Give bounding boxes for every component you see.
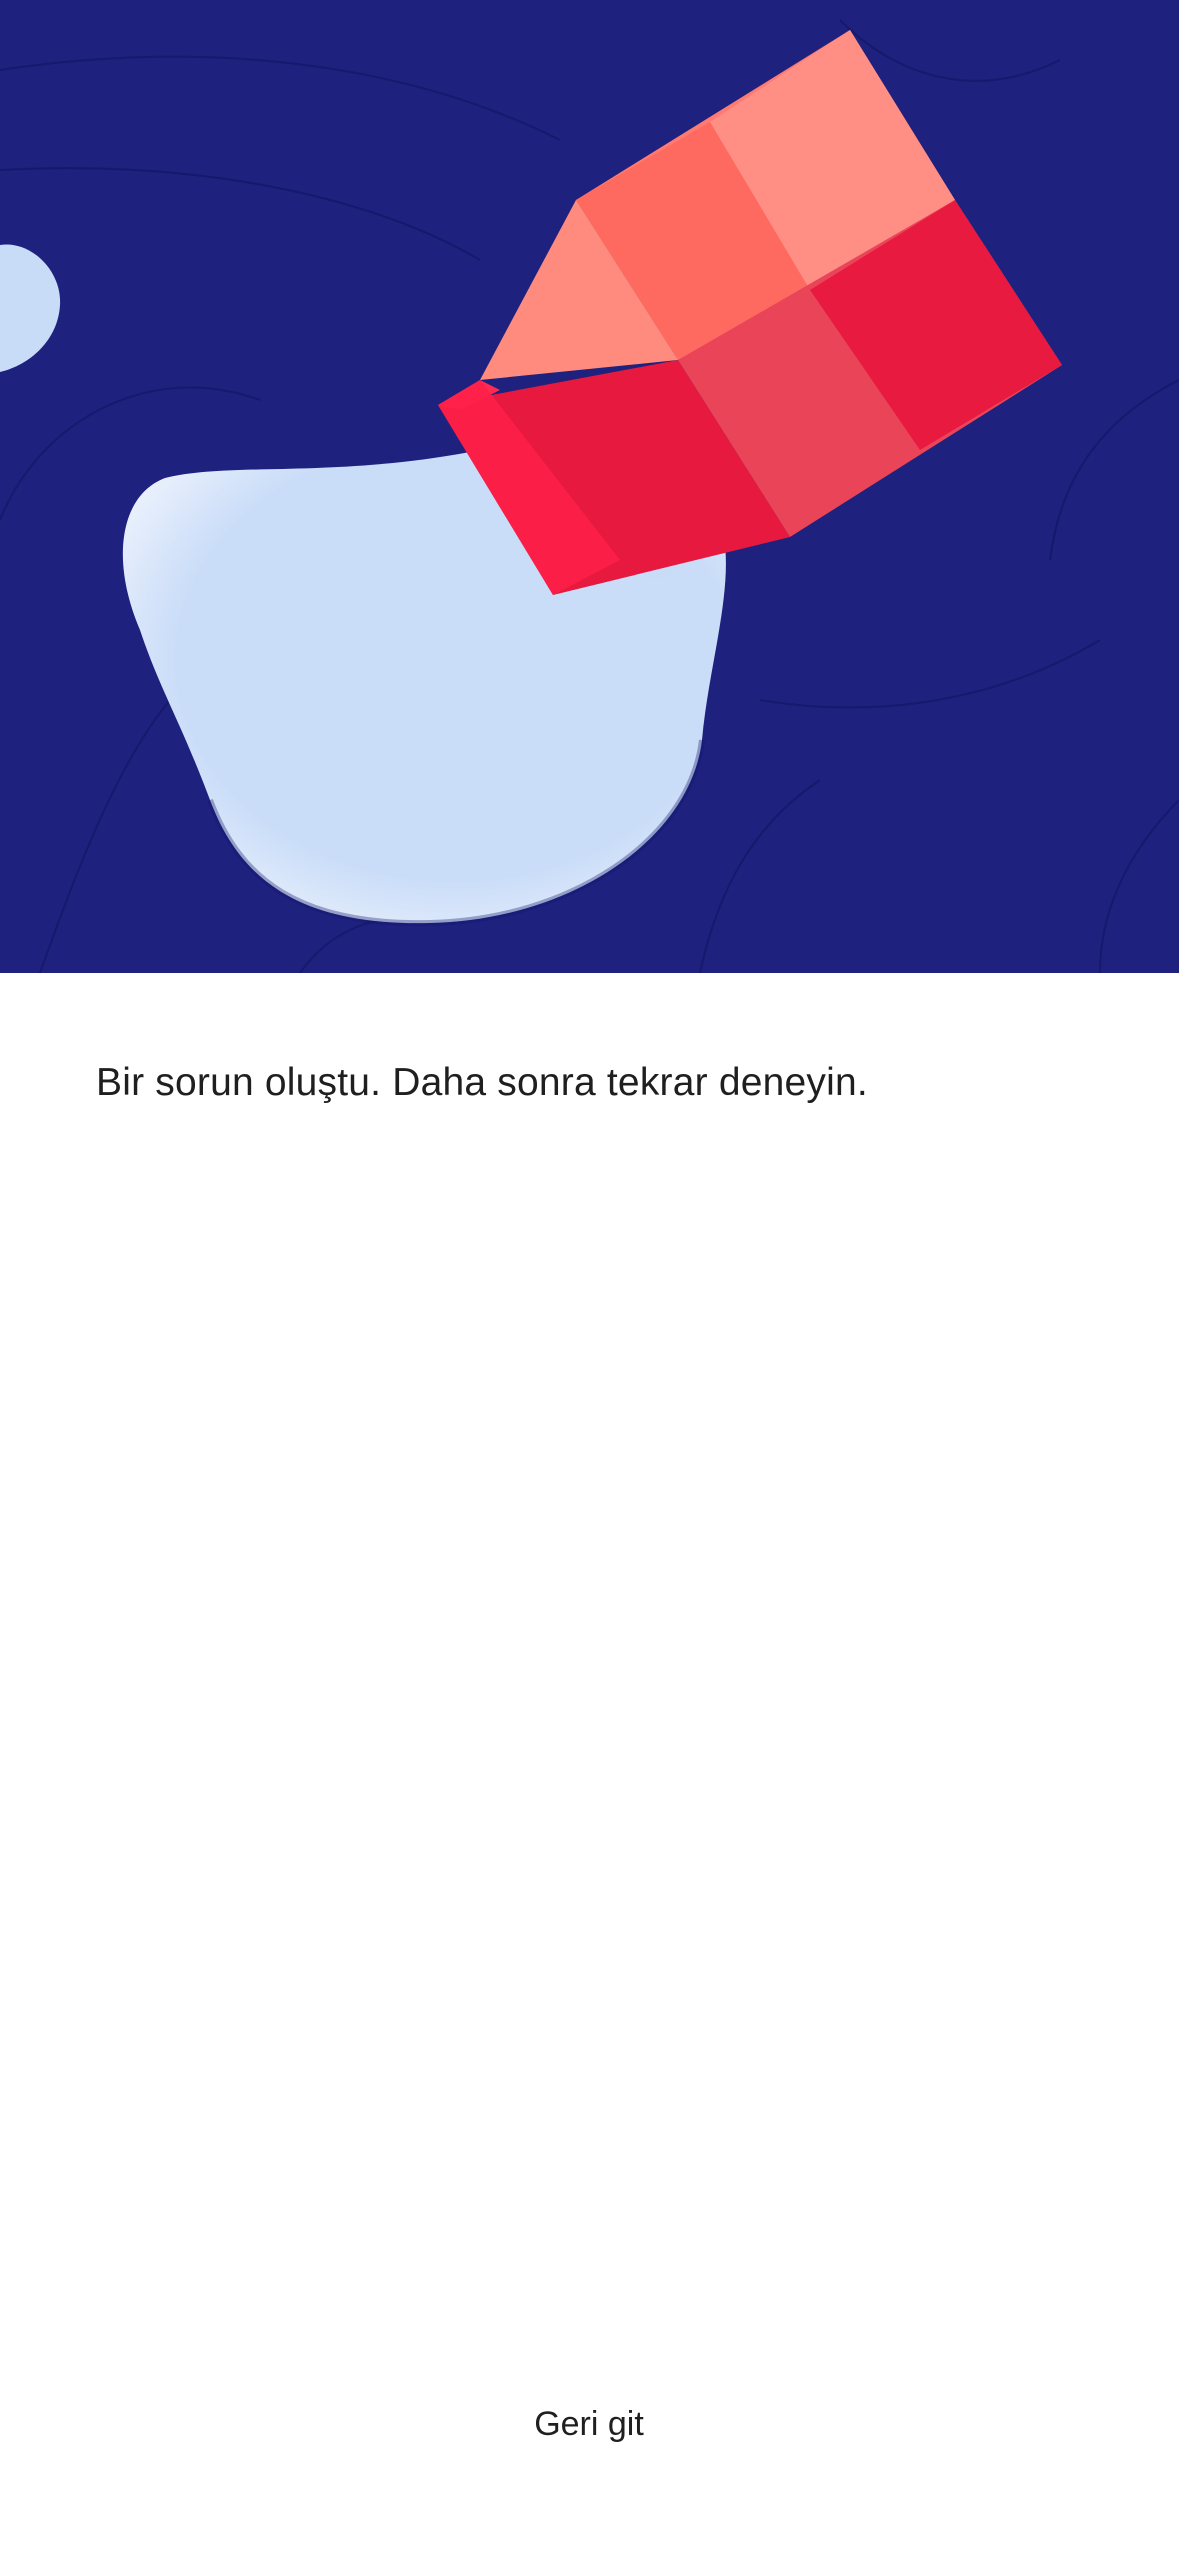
error-illustration [0,0,1179,973]
error-message: Bir sorun oluştu. Daha sonra tekrar dene… [96,1061,868,1104]
spilled-milk-carton-image [0,0,1179,973]
back-button[interactable]: Geri git [489,2392,689,2456]
